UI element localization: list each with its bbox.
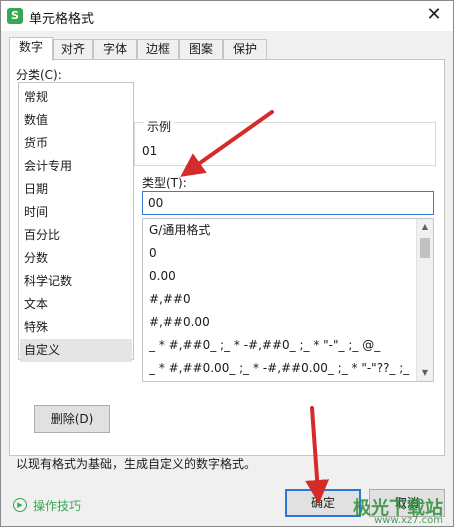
- category-item[interactable]: 数值: [20, 109, 132, 132]
- category-item[interactable]: 科学记数: [20, 270, 132, 293]
- category-item[interactable]: 文本: [20, 293, 132, 316]
- format-item[interactable]: #,##0.00: [149, 311, 411, 334]
- category-item[interactable]: 日期: [20, 178, 132, 201]
- sample-label: 示例: [144, 118, 175, 135]
- scroll-up-icon[interactable]: ▲: [417, 219, 433, 235]
- number-tab-panel: 分类(C): 常规 数值 货币 会计专用 日期 时间 百分比 分数 科学记数 文…: [9, 59, 445, 471]
- dialog-body: 数字 对齐 字体 边框 图案 保护 分类(C): 常规 数值 货币 会计专用 日…: [1, 31, 453, 526]
- format-item[interactable]: _ * #,##0_ ;_ * -#,##0_ ;_ * "-"_ ;_ @_: [149, 334, 411, 357]
- description-text: 以现有格式为基础，生成自定义的数字格式。: [16, 457, 257, 471]
- title-bar[interactable]: S 单元格格式 ✕: [1, 1, 453, 31]
- tab-number[interactable]: 数字: [9, 37, 53, 61]
- category-item[interactable]: 常规: [20, 86, 132, 109]
- play-icon: ▶: [13, 498, 27, 512]
- format-list-scrollbar[interactable]: ▲ ▼: [416, 219, 433, 381]
- format-item[interactable]: 0.00: [149, 265, 411, 288]
- category-item[interactable]: 货币: [20, 132, 132, 155]
- tab-border[interactable]: 边框: [137, 39, 179, 60]
- category-item[interactable]: 分数: [20, 247, 132, 270]
- category-item[interactable]: 时间: [20, 201, 132, 224]
- tab-pattern[interactable]: 图案: [179, 39, 223, 60]
- watermark-url: www.xz7.com: [374, 515, 443, 526]
- category-item[interactable]: 会计专用: [20, 155, 132, 178]
- tab-alignment[interactable]: 对齐: [53, 39, 93, 60]
- scroll-thumb[interactable]: [420, 238, 430, 258]
- sample-value: 01: [142, 144, 158, 158]
- app-icon: S: [7, 8, 23, 24]
- format-cells-dialog: S 单元格格式 ✕ 数字 对齐 字体 边框 图案 保护 分类(C): 常规 数值…: [0, 0, 454, 527]
- delete-button[interactable]: 删除(D): [34, 405, 110, 433]
- format-item[interactable]: 0: [149, 242, 411, 265]
- tab-font[interactable]: 字体: [93, 39, 137, 60]
- category-item[interactable]: 特殊: [20, 316, 132, 339]
- ok-button[interactable]: 确定: [285, 489, 361, 517]
- category-label: 分类(C):: [16, 68, 62, 82]
- category-item-custom[interactable]: 自定义: [20, 339, 132, 362]
- format-item[interactable]: _ * #,##0.00_ ;_ * -#,##0.00_ ;_ * "-"??…: [149, 357, 411, 380]
- format-item[interactable]: #,##0: [149, 288, 411, 311]
- sample-box: [134, 122, 436, 166]
- close-icon[interactable]: ✕: [421, 3, 447, 29]
- type-input[interactable]: 00: [142, 191, 434, 215]
- category-list[interactable]: 常规 数值 货币 会计专用 日期 时间 百分比 分数 科学记数 文本 特殊 自定…: [18, 82, 134, 362]
- tips-label: 操作技巧: [33, 499, 82, 513]
- format-item[interactable]: G/通用格式: [149, 219, 411, 242]
- type-label: 类型(T):: [142, 176, 187, 190]
- scroll-down-icon[interactable]: ▼: [417, 365, 433, 381]
- category-item[interactable]: 百分比: [20, 224, 132, 247]
- format-list[interactable]: G/通用格式 0 0.00 #,##0 #,##0.00 _ * #,##0_ …: [142, 218, 434, 382]
- tab-protection[interactable]: 保护: [223, 39, 267, 60]
- dialog-title: 单元格格式: [29, 12, 95, 27]
